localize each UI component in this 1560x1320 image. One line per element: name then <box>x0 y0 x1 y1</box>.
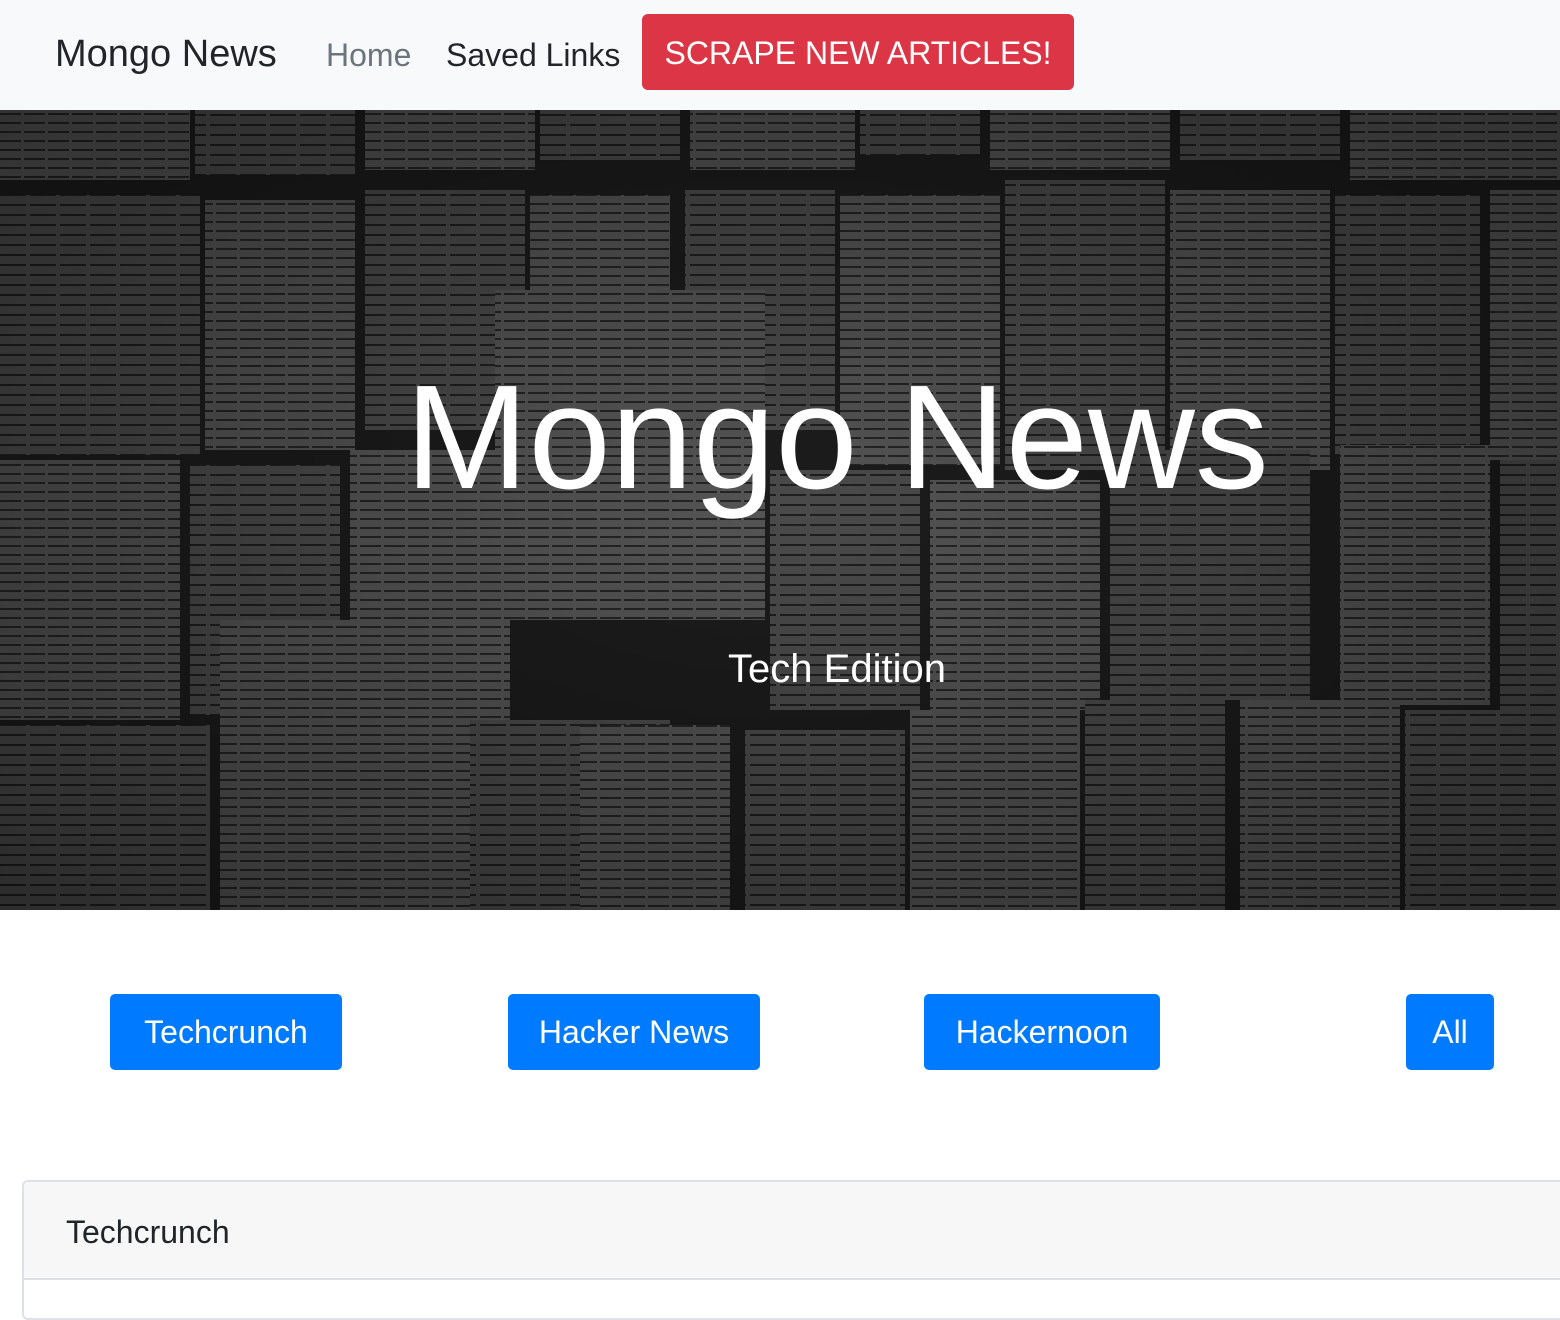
scrape-articles-button[interactable]: SCRAPE NEW ARTICLES! <box>642 14 1074 90</box>
filter-hacker-news-button[interactable]: Hacker News <box>508 994 760 1070</box>
nav-home-link[interactable]: Home <box>326 34 411 76</box>
card-title: Techcrunch <box>66 1214 230 1250</box>
navbar: Mongo News Home Saved Links SCRAPE NEW A… <box>0 0 1560 110</box>
brand-link[interactable]: Mongo News <box>55 30 277 78</box>
articles-card: Techcrunch <box>22 1180 1560 1320</box>
filter-hackernoon-button[interactable]: Hackernoon <box>924 994 1160 1070</box>
hero-title: Mongo News <box>405 355 1269 520</box>
filter-techcrunch-button[interactable]: Techcrunch <box>110 994 342 1070</box>
card-header: Techcrunch <box>24 1182 1560 1280</box>
hero-subtitle: Tech Edition <box>728 647 946 691</box>
filter-all-button[interactable]: All <box>1406 994 1494 1070</box>
nav-saved-links-link[interactable]: Saved Links <box>446 34 620 76</box>
hero-jumbotron: Mongo News Tech Edition <box>0 110 1560 910</box>
